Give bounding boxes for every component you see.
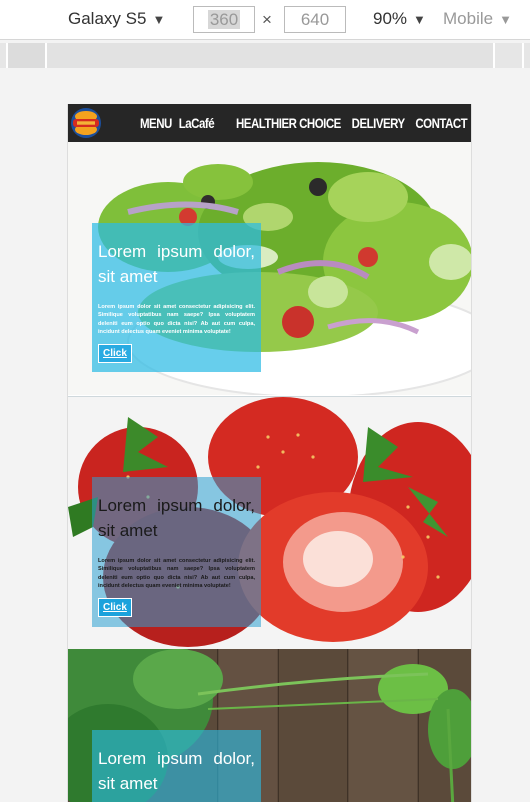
- hero-section-herbs: Lorem ipsum dolor, sit amet: [68, 649, 471, 802]
- promo-card: Lorem ipsum dolor, sit amet: [92, 730, 261, 802]
- promo-card: Lorem ipsum dolor, sit amet Lorem ipsum …: [92, 477, 261, 627]
- device-name: Galaxy S5: [68, 9, 147, 28]
- click-button[interactable]: Click: [98, 598, 132, 618]
- mode-select[interactable]: Mobile ▼: [443, 9, 512, 29]
- width-value: 360: [207, 10, 241, 29]
- hero-section-strawberries: Lorem ipsum dolor, sit amet Lorem ipsum …: [68, 396, 471, 649]
- caret-down-icon: ▼: [152, 11, 166, 27]
- hero-section-salad: Lorem ipsum dolor, sit amet Lorem ipsum …: [68, 142, 471, 395]
- promo-card: Lorem ipsum dolor, sit amet Lorem ipsum …: [92, 223, 261, 372]
- ruler-divider: [6, 43, 8, 68]
- height-input[interactable]: 640: [284, 6, 346, 33]
- nav-item-contact[interactable]: CONTACT: [415, 115, 467, 131]
- zoom-value: 90%: [373, 9, 408, 28]
- nav-item-healthier-choice[interactable]: HEALTHIER CHOICE: [236, 115, 341, 131]
- device-viewport: MENU LaCafé HEALTHIER CHOICE DELIVERY CO…: [67, 104, 472, 802]
- card-title: Lorem ipsum dolor, sit amet: [98, 242, 255, 286]
- card-body: Lorem ipsum dolor sit amet consectetur a…: [98, 304, 255, 335]
- click-button[interactable]: Click: [98, 344, 132, 364]
- width-input[interactable]: 360: [193, 6, 255, 33]
- burger-king-logo[interactable]: [70, 107, 102, 139]
- ruler-divider: [45, 43, 47, 68]
- card-title: Lorem ipsum dolor, sit amet: [98, 496, 255, 540]
- zoom-select[interactable]: 90% ▼: [373, 9, 426, 29]
- nav-menu: MENU LaCafé HEALTHIER CHOICE DELIVERY CO…: [140, 104, 467, 142]
- card-body: Lorem ipsum dolor sit amet consectetur a…: [98, 558, 255, 589]
- ruler-divider: [493, 43, 495, 68]
- site-navbar: MENU LaCafé HEALTHIER CHOICE DELIVERY CO…: [68, 104, 471, 142]
- caret-down-icon: ▼: [499, 11, 512, 27]
- ruler-segment[interactable]: [8, 43, 45, 68]
- device-select[interactable]: Galaxy S5 ▼: [68, 9, 165, 29]
- nav-item-lacafe[interactable]: LaCafé: [179, 115, 215, 131]
- mode-value: Mobile: [443, 9, 494, 28]
- ruler-divider: [522, 43, 524, 68]
- device-toolbar: Galaxy S5 ▼ 360 × 640 90% ▼ Mobile ▼: [0, 0, 530, 40]
- ruler-segment[interactable]: [46, 43, 494, 68]
- nav-item-menu[interactable]: MENU: [140, 115, 172, 131]
- dimension-separator: ×: [262, 10, 272, 29]
- card-title: Lorem ipsum dolor, sit amet: [98, 749, 255, 793]
- media-query-ruler[interactable]: [0, 43, 530, 68]
- caret-down-icon: ▼: [413, 11, 426, 27]
- nav-item-delivery[interactable]: DELIVERY: [352, 115, 406, 131]
